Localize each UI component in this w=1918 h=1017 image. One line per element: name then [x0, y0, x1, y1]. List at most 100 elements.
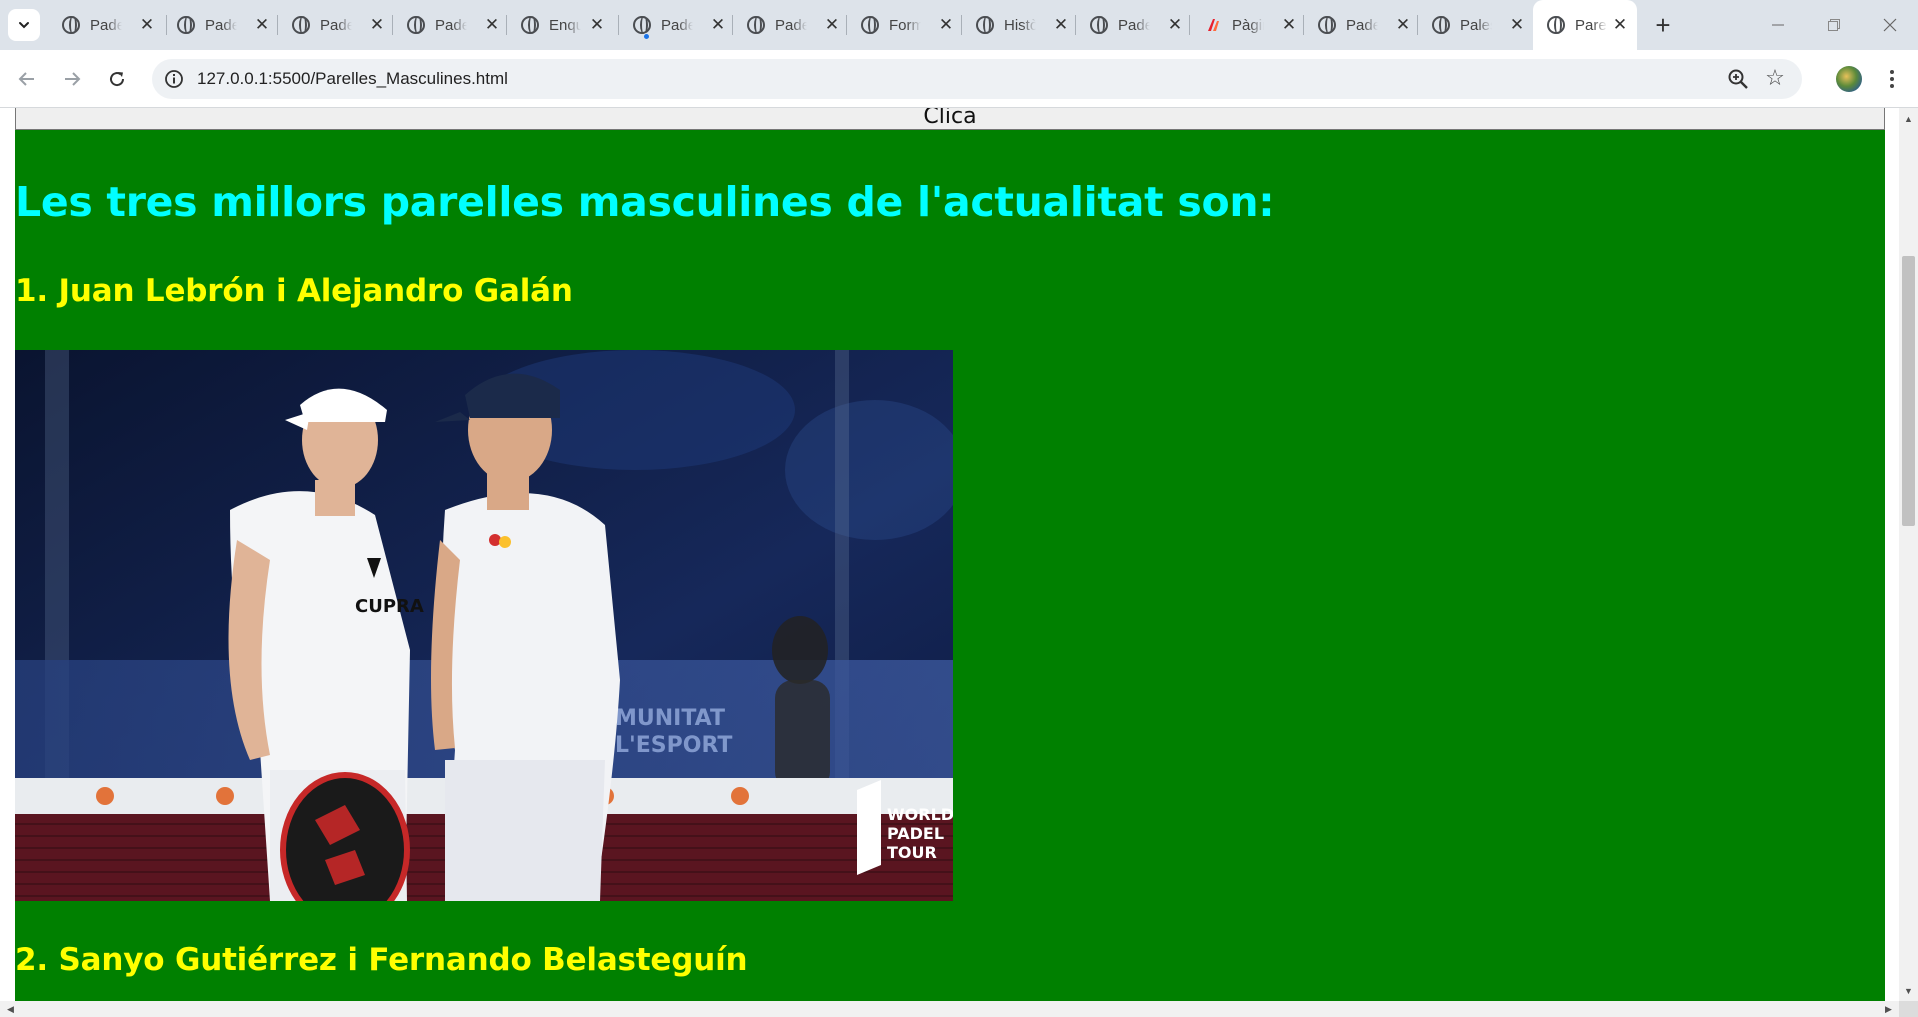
chevron-down-icon	[19, 22, 29, 29]
tab-14-active[interactable]: Parelles Masculines ✕	[1533, 0, 1637, 50]
close-icon[interactable]: ✕	[483, 15, 501, 34]
tab-title: Parelles Masculines	[1575, 16, 1607, 34]
page-heading: Les tres millors parelles masculines de …	[15, 178, 1275, 226]
browser-menu-button[interactable]	[1882, 64, 1902, 94]
scroll-left-arrow-icon[interactable]: ◀	[2, 1001, 19, 1017]
restore-button[interactable]	[1806, 0, 1862, 50]
vertical-scrollbar[interactable]: ▲ ▼	[1899, 108, 1918, 1001]
laliga-icon	[1204, 16, 1222, 34]
close-icon[interactable]: ✕	[253, 15, 271, 34]
wpt-line-1: WORLD	[887, 805, 953, 824]
scroll-down-arrow-icon[interactable]: ▼	[1899, 982, 1918, 999]
tab-search-button[interactable]	[8, 9, 40, 41]
scroll-right-arrow-icon[interactable]: ▶	[1880, 1001, 1897, 1017]
shirt-sponsor-text: CUPRA	[355, 596, 424, 617]
tab-9[interactable]: Història ✕	[962, 7, 1078, 43]
tab-10[interactable]: Padel Pàgina ✕	[1076, 7, 1192, 43]
reload-button[interactable]	[101, 63, 133, 95]
globe-icon	[861, 16, 879, 34]
padel-players-image: MUNITAT L'ESPORT CUPRA WORLD PADEL TOUR	[15, 350, 953, 901]
info-icon[interactable]	[164, 69, 184, 89]
globe-icon	[1432, 16, 1450, 34]
clica-button[interactable]: Clica	[15, 108, 1885, 130]
arrow-right-icon	[65, 72, 81, 86]
close-icon[interactable]: ✕	[588, 15, 606, 34]
tab-title: Padel Pàgina	[90, 16, 122, 34]
tab-title: Padel Pàgina	[1118, 16, 1150, 34]
close-icon[interactable]: ✕	[1611, 15, 1629, 34]
activity-dot	[643, 33, 650, 40]
globe-icon	[633, 16, 651, 34]
globe-icon	[407, 16, 425, 34]
globe-icon	[1547, 16, 1565, 34]
tab-5[interactable]: Enquesta ✕	[507, 7, 614, 43]
close-icon[interactable]: ✕	[823, 15, 841, 34]
minimize-icon	[1772, 24, 1784, 26]
tab-8[interactable]: Formulari ✕	[847, 7, 963, 43]
browser-toolbar: 127.0.0.1:5500/Parelles_Masculines.html …	[0, 50, 1918, 108]
pair-2-heading: 2. Sanyo Gutiérrez i Fernando Belasteguí…	[15, 942, 748, 978]
url-text[interactable]: 127.0.0.1:5500/Parelles_Masculines.html	[197, 69, 508, 89]
tab-title: Padel Pàgina	[661, 16, 693, 34]
close-icon[interactable]: ✕	[1166, 15, 1184, 34]
close-icon[interactable]: ✕	[937, 15, 955, 34]
globe-icon	[747, 16, 765, 34]
close-icon[interactable]: ✕	[709, 15, 727, 34]
close-icon[interactable]: ✕	[1280, 15, 1298, 34]
new-tab-button[interactable]: +	[1648, 10, 1678, 40]
tab-title: Padel Pàgina	[205, 16, 237, 34]
globe-icon	[521, 16, 539, 34]
restore-icon	[1828, 19, 1840, 31]
banner-text-2: L'ESPORT	[615, 733, 732, 758]
back-button[interactable]	[11, 63, 43, 95]
tab-title: Padel Pàgina	[1346, 16, 1378, 34]
zoom-icon[interactable]	[1726, 67, 1750, 91]
forward-button[interactable]	[56, 63, 88, 95]
wpt-line-2: PADEL	[887, 824, 944, 843]
close-icon[interactable]: ✕	[1508, 15, 1526, 34]
tab-title: Pales	[1460, 16, 1492, 34]
tab-11[interactable]: Pàgina ✕	[1190, 7, 1306, 43]
globe-icon	[1090, 16, 1108, 34]
tab-13[interactable]: Pales ✕	[1418, 7, 1534, 43]
profile-avatar[interactable]	[1836, 66, 1862, 92]
scrollbar-thumb[interactable]	[1902, 256, 1915, 526]
close-icon[interactable]: ✕	[368, 15, 386, 34]
globe-icon	[62, 16, 80, 34]
banner-text-1: MUNITAT	[615, 706, 725, 731]
wpt-line-3: TOUR	[887, 843, 937, 862]
close-icon[interactable]: ✕	[1394, 15, 1412, 34]
tab-title: Formulari	[889, 16, 921, 34]
globe-icon	[976, 16, 994, 34]
address-bar[interactable]: 127.0.0.1:5500/Parelles_Masculines.html …	[152, 59, 1802, 99]
tab-title: Enquesta	[549, 16, 581, 34]
scrollbar-corner	[1899, 1001, 1918, 1017]
tab-strip: Padel Pàgina ✕ Padel Pàgina ✕ Padel Pàgi…	[0, 0, 1918, 50]
tab-title: Pàgina	[1232, 16, 1264, 34]
window-close-button[interactable]	[1862, 0, 1918, 50]
bookmark-star-icon[interactable]: ☆	[1762, 65, 1788, 91]
page-body: Clica Les tres millors parelles masculin…	[15, 108, 1885, 1001]
tab-1[interactable]: Padel Pàgina ✕	[48, 7, 164, 43]
tab-6[interactable]: Padel Pàgina ✕	[619, 7, 735, 43]
tab-2[interactable]: Padel Pàgina ✕	[163, 7, 279, 43]
globe-icon	[177, 16, 195, 34]
tab-title: Padel Pàgina	[775, 16, 807, 34]
globe-icon	[1318, 16, 1336, 34]
tab-3[interactable]: Padel Pàgina ✕	[278, 7, 394, 43]
minimize-button[interactable]	[1750, 0, 1806, 50]
close-icon	[1883, 18, 1897, 32]
tab-12[interactable]: Padel Pàgina ✕	[1304, 7, 1420, 43]
tab-title: Història	[1004, 16, 1036, 34]
arrow-left-icon	[18, 72, 34, 86]
tab-7[interactable]: Padel Pàgina ✕	[733, 7, 849, 43]
scroll-up-arrow-icon[interactable]: ▲	[1899, 110, 1918, 127]
tab-title: Padel Pàgina	[435, 16, 467, 34]
close-icon[interactable]: ✕	[138, 15, 156, 34]
reload-icon	[110, 72, 125, 87]
close-icon[interactable]: ✕	[1052, 15, 1070, 34]
tab-4[interactable]: Padel Pàgina ✕	[393, 7, 509, 43]
tab-title: Padel Pàgina	[320, 16, 352, 34]
horizontal-scrollbar[interactable]: ◀ ▶	[0, 1001, 1899, 1017]
globe-icon	[292, 16, 310, 34]
